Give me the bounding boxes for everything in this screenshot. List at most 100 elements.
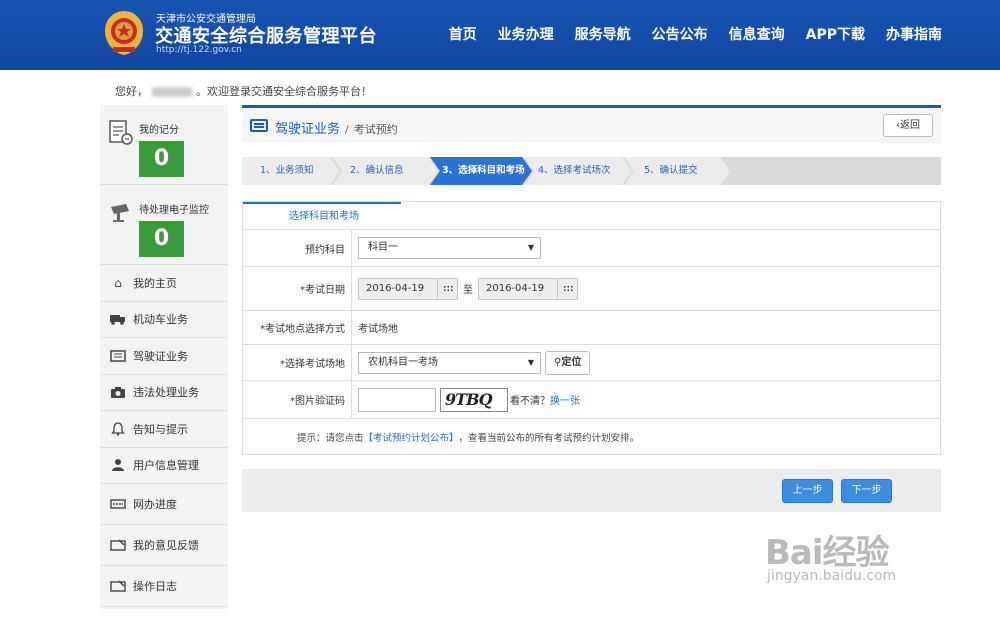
prev-button[interactable]: 上一步 [782,479,833,503]
sidebar-item-label: 我的主页 [133,276,177,290]
date-label: *考试日期 [243,267,352,310]
user-icon [110,458,126,472]
sidebar-item-notice[interactable]: 告知与提示 [100,411,228,448]
sidebar-item-label: 我的意见反馈 [133,539,199,552]
next-button[interactable]: 下一步 [841,479,892,503]
nav-guide[interactable]: 办事指南 [886,24,942,44]
score-value: 0 [139,141,184,177]
captcha-refresh-link[interactable]: 换一张 [550,392,580,407]
nav-business[interactable]: 业务办理 [498,24,554,44]
baidu-watermark: Bai经验 jingyan.baidu.com [765,525,896,584]
license-card-icon [250,119,268,132]
monitor-value: 0 [139,221,184,257]
sidebar-item-violation[interactable]: 违法处理业务 [100,375,228,411]
welcome-prefix: 您好， [115,85,148,98]
nav-announcements[interactable]: 公告公布 [652,24,708,44]
date-from-input[interactable]: 2016-04-19 [358,277,438,300]
sidebar-item-feedback[interactable]: 我的意见反馈 [100,525,228,566]
blurred-username [152,87,192,97]
license-icon [110,349,126,363]
panel-tab-underline [243,202,401,204]
sidebar-item-user-info[interactable]: 用户信息管理 [100,448,228,484]
action-bar: 上一步 下一步 [242,469,941,512]
venue-select[interactable]: 农机科目一考场 ▼ [358,351,541,374]
back-button-label: 返回 [900,120,920,131]
breadcrumb: 驾驶证业务 / 考试预约 [275,122,398,137]
venue-row: *选择考试场地 农机科目一考场 ▼ ⚲定位 [243,344,940,380]
step-wizard: 1、业务须知 2、确认信息 3、选择科目和考场 4、选择考试场次 5、确认提交 [242,157,941,185]
step-3: 3、选择科目和考场 [430,157,532,185]
sidebar-item-home[interactable]: ⌂ 我的主页 [100,265,228,302]
sidebar-item-label: 驾驶证业务 [133,349,188,363]
subject-label: 预约科目 [243,230,352,266]
back-button[interactable]: ‹返回 [883,114,933,137]
main-nav: 首页 业务办理 服务导航 公告公布 信息查询 APP下载 办事指南 [428,24,942,44]
panel-tab[interactable]: 选择科目和考场 [289,207,359,222]
step-2: 2、确认信息 [332,157,438,185]
sidebar-item-label: 用户信息管理 [133,459,199,473]
captcha-input[interactable] [358,387,436,412]
sidebar-item-label: 操作日志 [133,580,177,593]
plan-announcement-link[interactable]: 【考试预约计划公布】 [364,430,459,444]
captcha-row: *图片验证码 9TBQ 看不清？ 换一张 [243,380,940,418]
venue-select-value: 农机科目一考场 [368,356,438,368]
locate-button[interactable]: ⚲定位 [545,350,591,375]
step-1: 1、业务须知 [242,157,340,185]
welcome-suffix: 。欢迎登录交通安全综合服务平台！ [196,85,372,98]
breadcrumb-page: 考试预约 [353,123,398,136]
log-icon [110,579,126,593]
sidebar-item-label: 违法处理业务 [133,386,199,400]
sidebar-item-label: 网办进度 [133,498,177,511]
score-label: 我的记分 [139,125,179,136]
bell-icon [110,422,126,436]
breadcrumb-section[interactable]: 驾驶证业务 [275,122,340,137]
watermark-main: Bai经验 [765,533,890,573]
calendar-icon [562,284,573,293]
date-range-separator: 至 [463,285,473,296]
sidebar-item-label: 机动车业务 [133,313,188,327]
sidebar: 我的记分 0 待处理电子监控 0 ⌂ 我的主页 机动车业务 驾驶证业务 违法处理… [100,105,228,609]
subject-select-value: 科目一 [368,242,398,253]
chevron-down-icon: ▼ [527,243,534,252]
venue-label: *选择考试场地 [243,345,352,380]
monitor-camera-icon [111,204,129,222]
date-to-calendar-button[interactable] [558,277,578,300]
sidebar-item-progress[interactable]: 网办进度 [100,484,228,525]
method-value: 考试场地 [358,324,398,335]
captcha-label: *图片验证码 [243,381,352,418]
date-row: *考试日期 2016-04-19 至 2016-04-19 [243,266,940,310]
score-document-icon [109,120,133,145]
date-to-input[interactable]: 2016-04-19 [478,277,558,300]
nav-home[interactable]: 首页 [449,24,477,44]
locate-button-label: 定位 [561,356,582,368]
monitor-widget[interactable]: 待处理电子监控 0 [100,185,228,265]
captcha-image[interactable]: 9TBQ [440,387,508,412]
truck-icon [110,312,126,326]
welcome-message: 您好， 。欢迎登录交通安全综合服务平台！ [115,83,372,99]
nav-info-query[interactable]: 信息查询 [729,24,785,44]
site-url: http://tj.122.gov.cn [156,45,242,55]
date-from-calendar-button[interactable] [438,277,458,300]
score-widget[interactable]: 我的记分 0 [100,105,228,185]
tip-row: 提示：请您点击 【考试预约计划公布】 ，查看当前公布的所有考试预约计划安排。 [243,418,940,454]
home-icon: ⌂ [114,275,122,290]
tip-suffix: ，查看当前公布的所有考试预约计划安排。 [458,432,640,444]
nav-service-guide[interactable]: 服务导航 [575,24,631,44]
sidebar-item-log[interactable]: 操作日志 [100,566,228,607]
method-row: *考试地点选择方式 考试场地 [243,310,940,344]
police-emblem-icon [105,11,143,55]
subject-row: 预约科目 科目一 ▼ [243,229,940,266]
sidebar-item-license[interactable]: 驾驶证业务 [100,338,228,375]
step-5: 5、确认提交 [624,157,730,185]
tip-prefix: 提示：请您点击 [297,432,364,444]
calendar-icon [442,284,453,293]
chevron-down-icon: ▼ [527,357,534,367]
progress-icon [110,497,126,511]
feedback-icon [110,538,126,552]
sidebar-item-vehicle[interactable]: 机动车业务 [100,302,228,338]
nav-app-download[interactable]: APP下载 [806,24,865,44]
page-title-bar: 驾驶证业务 / 考试预约 ‹返回 [242,105,941,143]
site-header: 天津市公安交通管理局 交通安全综合服务管理平台 http://tj.122.go… [0,0,1000,70]
watermark-sub: jingyan.baidu.com [767,568,897,584]
subject-select[interactable]: 科目一 ▼ [358,237,541,259]
